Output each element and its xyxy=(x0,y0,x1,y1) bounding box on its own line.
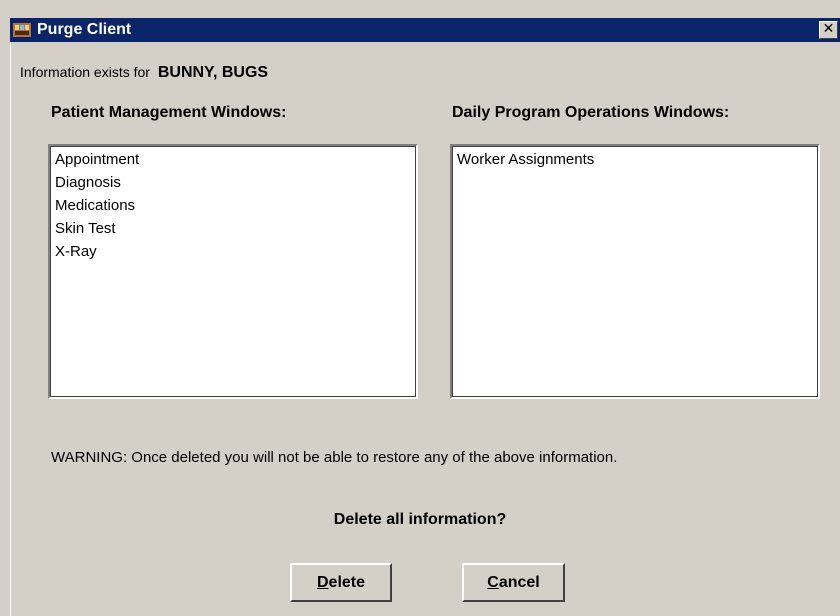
delete-button[interactable]: Delete xyxy=(290,563,392,602)
cancel-mnemonic: C xyxy=(487,573,499,591)
app-icon xyxy=(13,21,31,39)
client-info: Information exists for BUNNY, BUGS xyxy=(20,64,268,82)
warning-text: WARNING: Once deleted you will not be ab… xyxy=(51,449,618,466)
title-bar: Purge Client ✕ xyxy=(10,18,840,42)
cancel-label: ancel xyxy=(498,573,540,591)
window-frame xyxy=(10,42,11,616)
cancel-button[interactable]: Cancel xyxy=(462,563,565,602)
delete-mnemonic: D xyxy=(316,573,329,591)
close-button[interactable]: ✕ xyxy=(819,21,838,39)
patient-management-heading: Patient Management Windows: xyxy=(51,104,287,121)
patient-window-item[interactable]: Diagnosis xyxy=(55,171,416,194)
close-icon: ✕ xyxy=(822,21,835,37)
window-title: Purge Client xyxy=(37,21,132,38)
operations-window-item[interactable]: Worker Assignments xyxy=(457,148,818,171)
daily-operations-list[interactable]: Worker Assignments xyxy=(450,144,820,399)
delete-question: Delete all information? xyxy=(333,511,507,528)
patient-window-item[interactable]: Appointment xyxy=(55,148,416,171)
client-info-label: Information exists for xyxy=(20,64,150,80)
patient-window-item[interactable]: Medications xyxy=(55,194,416,217)
patient-window-item[interactable]: X-Ray xyxy=(55,240,416,263)
daily-operations-heading: Daily Program Operations Windows: xyxy=(452,104,730,121)
patient-management-list[interactable]: Appointment Diagnosis Medications Skin Test… xyxy=(48,144,418,399)
delete-label: elete xyxy=(328,573,366,591)
client-name: BUNNY, BUGS xyxy=(157,64,269,81)
patient-window-item[interactable]: Skin Test xyxy=(55,217,416,240)
